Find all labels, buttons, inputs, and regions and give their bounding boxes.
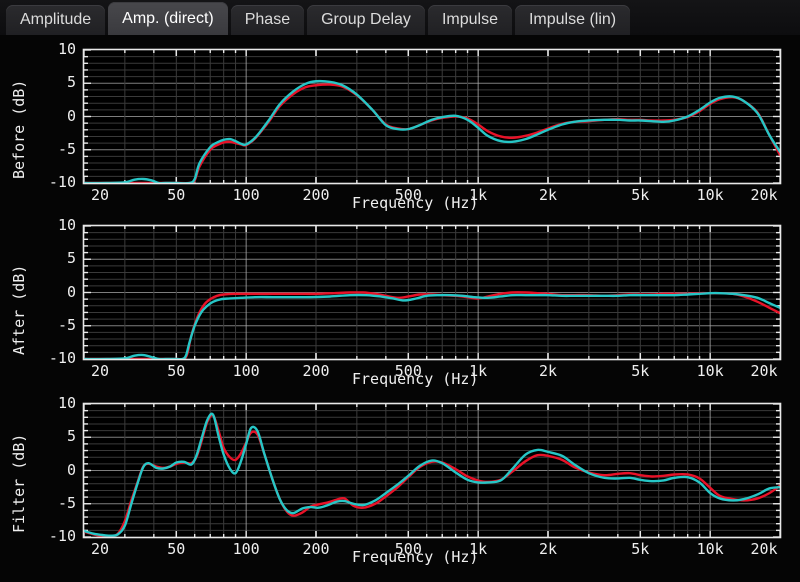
- tick-marks-after: [83, 225, 781, 360]
- x-tick-before-9: 20k: [750, 186, 778, 204]
- plot-background: [84, 226, 780, 359]
- series-left-filter: [84, 413, 780, 537]
- series-left-before: [84, 83, 780, 183]
- x-tick-after-7: 5k: [631, 362, 650, 380]
- series-right-before: [84, 79, 780, 183]
- x-axis-label-before: Frequency (Hz): [352, 194, 479, 212]
- tick-marks-filter: [83, 403, 781, 538]
- plot-area-after: [82, 224, 782, 361]
- y-tick-filter-4: -10: [48, 527, 76, 545]
- y-tick-filter-1: 5: [66, 427, 76, 446]
- x-tick-after-9: 20k: [750, 362, 778, 380]
- y-axis-label-before: Before (dB): [10, 79, 28, 179]
- plot-frame-after: [82, 224, 782, 361]
- x-tick-before-8: 10k: [696, 186, 724, 204]
- x-tick-before-7: 5k: [631, 186, 650, 204]
- x-tick-filter-5: 1k: [469, 540, 488, 558]
- x-tick-before-5: 1k: [469, 186, 488, 204]
- y-tick-before-0: 10: [57, 40, 76, 58]
- series-left-after: [84, 291, 780, 359]
- x-tick-filter-1: 50: [167, 540, 186, 558]
- y-tick-filter-2: 0: [66, 460, 76, 479]
- chart-filter: Filter (dB) 10 5 0 -5 -10 20 50 100 200 500 1k 2k 5k 1…: [0, 0, 800, 582]
- tick-marks-before: [83, 49, 781, 184]
- tab-amplitude[interactable]: Amplitude: [6, 5, 106, 35]
- x-tick-before-3: 200: [302, 186, 330, 204]
- tab-impulse-lin[interactable]: Impulse (lin): [514, 5, 631, 35]
- x-tick-after-1: 50: [167, 362, 186, 380]
- x-tick-before-0: 20: [90, 186, 110, 204]
- tab-impulse[interactable]: Impulse: [427, 5, 512, 35]
- y-tick-before-2: 0: [66, 106, 76, 125]
- plot-frame-before: [82, 48, 782, 185]
- y-tick-after-3: -5: [57, 315, 76, 334]
- x-tick-after-0: 20: [90, 362, 110, 380]
- x-tick-before-6: 2k: [538, 186, 558, 204]
- x-tick-after-6: 2k: [538, 362, 558, 380]
- x-axis-label-after: Frequency (Hz): [352, 370, 479, 388]
- tab-group-delay[interactable]: Group Delay: [307, 5, 425, 35]
- y-tick-after-0: 10: [57, 216, 76, 234]
- tab-amp-direct[interactable]: Amp. (direct): [108, 2, 228, 35]
- tab-phase[interactable]: Phase: [230, 5, 305, 35]
- plot-area-before: [82, 48, 782, 185]
- x-tick-before-1: 50: [167, 186, 186, 204]
- x-tick-filter-0: 20: [90, 540, 110, 558]
- grid-filter: [84, 404, 780, 537]
- x-tick-before-2: 100: [232, 186, 260, 204]
- y-tick-after-4: -10: [48, 349, 76, 367]
- y-tick-after-2: 0: [66, 282, 76, 301]
- plot-background: [84, 50, 780, 183]
- x-tick-filter-7: 5k: [631, 540, 650, 558]
- x-tick-filter-9: 20k: [750, 540, 778, 558]
- plot-area-filter: [82, 402, 782, 539]
- y-axis-label-after: After (dB): [10, 264, 28, 355]
- grid-after: [84, 226, 780, 359]
- x-tick-after-2: 100: [232, 362, 260, 380]
- y-tick-before-1: 5: [66, 73, 76, 92]
- tab-bar: Amplitude Amp. (direct) Phase Group Delay Im…: [0, 0, 800, 35]
- plot-frame-filter: [82, 402, 782, 539]
- x-tick-filter-8: 10k: [696, 540, 724, 558]
- series-right-after: [84, 291, 780, 359]
- chart-before: Before (dB) 10 5 0 -5 -10 20 50 100 200 500 1k 2k 5k 1…: [0, 0, 800, 582]
- x-tick-filter-4: 500: [394, 540, 422, 558]
- x-tick-after-3: 200: [302, 362, 330, 380]
- y-tick-filter-3: -5: [57, 493, 76, 512]
- x-tick-filter-3: 200: [302, 540, 330, 558]
- chart-after: After (dB) 10 5 0 -5 -10 20 50 100 200 500 1k 2k 5k 10…: [0, 0, 800, 582]
- x-tick-filter-2: 100: [232, 540, 260, 558]
- y-tick-after-1: 5: [66, 249, 76, 268]
- x-tick-after-4: 500: [394, 362, 422, 380]
- x-tick-before-4: 500: [394, 186, 422, 204]
- plot-background: [84, 404, 780, 537]
- series-right-filter: [84, 412, 780, 537]
- y-tick-before-3: -5: [57, 139, 76, 158]
- grid-before: [84, 50, 780, 183]
- x-tick-filter-6: 2k: [538, 540, 558, 558]
- y-tick-filter-0: 10: [57, 394, 76, 412]
- x-tick-after-8: 10k: [696, 362, 724, 380]
- y-axis-label-filter: Filter (dB): [10, 433, 28, 533]
- x-axis-label-filter: Frequency (Hz): [352, 548, 479, 566]
- x-tick-after-5: 1k: [469, 362, 488, 380]
- y-tick-before-4: -10: [48, 173, 76, 191]
- plot-window: Amplitude Amp. (direct) Phase Group Delay Im…: [0, 0, 800, 582]
